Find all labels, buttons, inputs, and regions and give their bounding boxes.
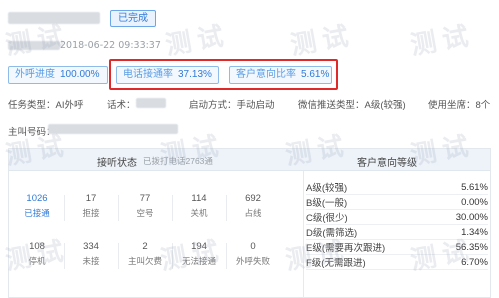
outbound-progress-button[interactable]: 外呼进度 100.00%: [8, 66, 108, 84]
intent-level-table: A级(较强) 5.61% B级(一般) 0.00% C级(很少) 30.00% D级(需筛选…: [306, 180, 488, 270]
wechat-push-type: 微信推送类型：A级(较强): [298, 100, 406, 111]
stat-separator: [172, 243, 173, 269]
call-stat-label: 关机: [190, 208, 208, 218]
intent-level-row: D级(需筛选) 1.34%: [306, 224, 488, 240]
intent-level-title: 客户意向等级: [357, 158, 417, 169]
answer-status-title: 接听状态: [97, 158, 137, 169]
intent-level-row: E级(需要再次跟进) 56.35%: [306, 239, 488, 255]
intent-level-label: F级(无需跟进): [306, 254, 436, 270]
call-stat-item: 17 拒接: [71, 193, 111, 219]
stat-separator: [226, 243, 227, 269]
intent-level-percent: 1.34%: [435, 224, 488, 240]
call-stat-number: 1026: [26, 193, 48, 204]
stat-separator: [226, 195, 227, 221]
caller-number-redacted: [48, 124, 178, 134]
customer-intent-rate-label: 客户意向比率: [236, 69, 296, 80]
task-id-redacted: [8, 41, 60, 50]
intent-level-percent: 0.00%: [435, 194, 488, 210]
call-stat-label: 占线: [244, 208, 262, 218]
task-header: 已完成 2018-06-22 09:33:37: [0, 0, 499, 51]
call-stat-label: 未接: [82, 256, 100, 266]
outbound-progress-label: 外呼进度: [15, 69, 55, 80]
call-stat-item: 2 主叫欠费: [125, 241, 165, 267]
stat-separator: [118, 243, 119, 269]
outbound-progress-value: 100.00%: [60, 69, 100, 80]
stat-separator: [64, 195, 65, 221]
call-stat-item: 0 外呼失败: [233, 241, 273, 267]
stat-separator: [172, 195, 173, 221]
call-stat-item: 114 关机: [179, 193, 219, 219]
intent-level-row: A级(较强) 5.61%: [306, 180, 488, 195]
call-stat-item: 194 无法接通: [179, 241, 219, 267]
task-title-redacted: [8, 12, 100, 24]
dialed-count: 已拨打电话2763通: [143, 156, 213, 166]
seats-used: 使用坐席：8个: [428, 100, 491, 111]
call-stat-number: 194: [191, 241, 207, 252]
intent-level-label: B级(一般): [306, 194, 436, 210]
stats-panel-header: 接听状态 已拨打电话2763通 客户意向等级: [9, 149, 490, 171]
call-stat-item: 108 停机: [17, 241, 57, 267]
call-stat-number: 0: [250, 241, 256, 252]
call-stat-label: 空号: [136, 208, 154, 218]
panel-divider: [303, 171, 304, 298]
stat-separator: [118, 195, 119, 221]
call-stat-number: 108: [29, 241, 45, 252]
call-stat-item: 334 未接: [71, 241, 111, 267]
progress-row: 外呼进度 100.00%: [8, 66, 108, 84]
intent-level-row: B级(一般) 0.00%: [306, 194, 488, 210]
intent-level-percent: 56.35%: [435, 239, 488, 255]
call-stat-label: 已接通: [24, 208, 50, 218]
stats-panel: 接听状态 已拨打电话2763通 客户意向等级 1026 已接通 17 拒接 77 空号 11…: [8, 148, 491, 298]
customer-intent-rate-button[interactable]: 客户意向比率 5.61%: [229, 66, 332, 84]
stat-separator: [64, 243, 65, 269]
call-connect-rate-label: 电话接通率: [123, 69, 173, 80]
start-mode: 启动方式：手动启动: [189, 100, 275, 111]
intent-level-percent: 30.00%: [435, 209, 488, 225]
call-connect-rate-button[interactable]: 电话接通率 37.13%: [116, 66, 219, 84]
created-time: 2018-06-22 09:33:37: [60, 40, 161, 51]
call-stat-label: 拒接: [82, 208, 100, 218]
call-stat-label: 停机: [28, 256, 46, 266]
call-stat-number: 17: [85, 193, 97, 204]
call-stat-label: 无法接通: [181, 256, 216, 266]
intent-level-row: C级(很少) 30.00%: [306, 209, 488, 225]
call-stat-item: 692 占线: [233, 193, 273, 219]
intent-level-label: E级(需要再次跟进): [306, 239, 436, 255]
intent-level-percent: 5.61%: [435, 180, 488, 195]
call-stat-label: 主叫欠费: [127, 256, 162, 266]
intent-level-label: C级(很少): [306, 209, 436, 225]
call-connect-rate-value: 37.13%: [178, 69, 212, 80]
task-info-row: 任务类型：AI外呼 话术： 启动方式：手动启动 微信推送类型：A级(较强) 使用…: [8, 97, 499, 111]
intent-level-percent: 6.70%: [435, 254, 488, 270]
intent-level-row: F级(无需跟进) 6.70%: [306, 254, 488, 270]
call-stat-number: 2: [142, 241, 148, 252]
call-stat-number: 114: [191, 193, 207, 204]
task-type: 任务类型：AI外呼: [8, 100, 84, 111]
call-stat-item: 77 空号: [125, 193, 165, 219]
script-name-redacted: [136, 98, 166, 108]
intent-level-label: D级(需筛选): [306, 224, 436, 240]
intent-level-label: A级(较强): [306, 180, 436, 195]
call-stat-item: 1026 已接通: [17, 193, 57, 219]
status-badge: 已完成: [110, 10, 156, 27]
call-stat-number: 334: [83, 241, 99, 252]
call-stat-number: 692: [245, 193, 261, 204]
script-label: 话术：: [107, 100, 136, 111]
call-stat-number: 77: [139, 193, 151, 204]
customer-intent-rate-value: 5.61%: [301, 69, 330, 80]
call-stat-label: 外呼失败: [235, 256, 270, 266]
